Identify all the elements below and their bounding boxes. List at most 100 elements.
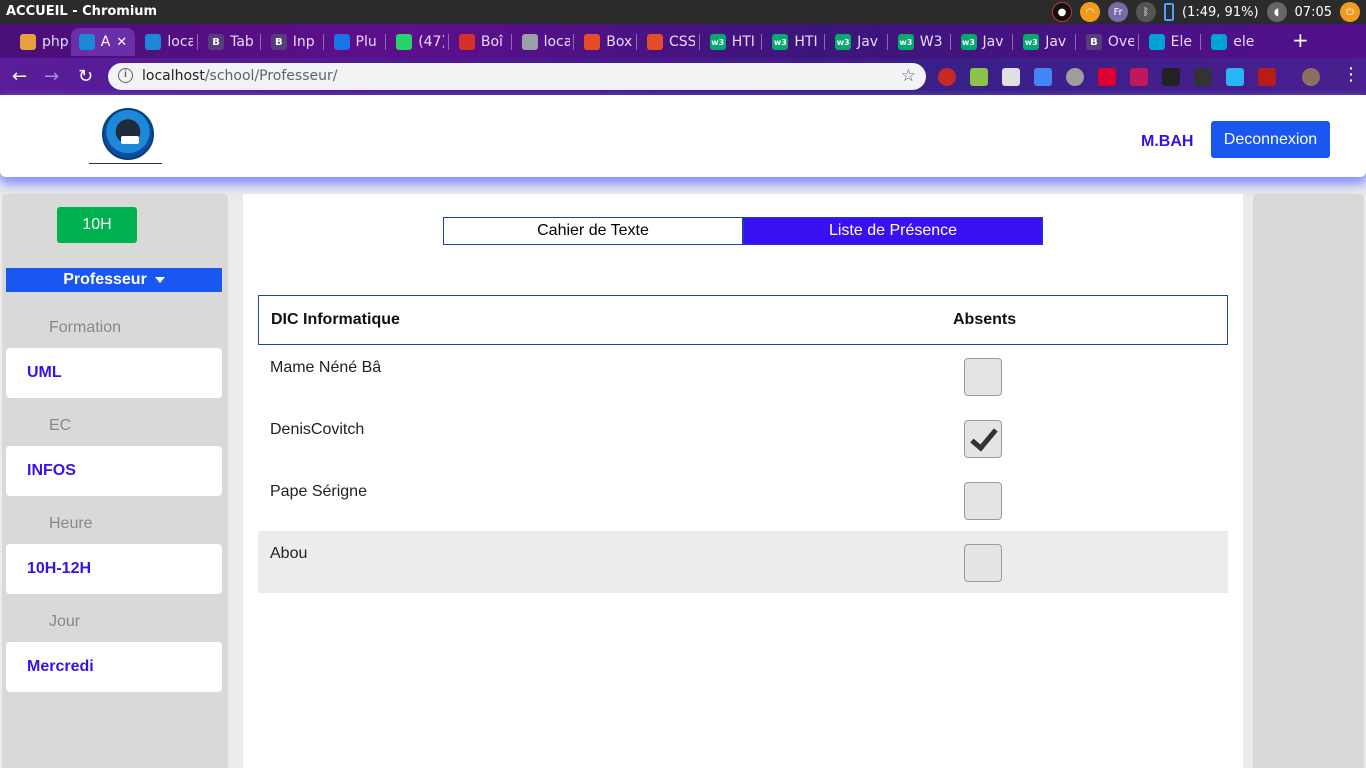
whatsapp-icon — [396, 34, 413, 50]
w3-icon: w3 — [897, 34, 914, 50]
forward-icon[interactable]: → — [44, 66, 59, 87]
absent-header: Absents — [953, 311, 1017, 328]
pdf-icon[interactable] — [1258, 68, 1276, 86]
bluetooth-icon[interactable]: ᛒ — [1136, 2, 1157, 22]
browser-tab[interactable]: Plu — [326, 28, 382, 56]
heure-card[interactable]: 10H-12H — [6, 544, 222, 594]
browser-tab[interactable]: w3 HTI — [702, 28, 758, 56]
student-name: Pape Sérigne — [270, 483, 367, 500]
url-text[interactable]: localhost/school/Professeur/ — [142, 68, 337, 84]
browser-tab-label: CSS — [669, 34, 695, 50]
browser-tab[interactable]: B Tab — [200, 28, 256, 56]
tab-separator — [197, 34, 199, 50]
browser-tab-label: Boî — [480, 34, 503, 50]
browser-tab[interactable]: php — [12, 28, 68, 56]
browser-tab[interactable]: Boî — [451, 28, 507, 56]
absent-checkbox[interactable] — [964, 544, 1002, 582]
ec-card[interactable]: INFOS — [6, 446, 222, 496]
logout-button[interactable]: Deconnexion — [1211, 121, 1330, 158]
browser-tab[interactable]: Ele — [1141, 28, 1197, 56]
browser-tab[interactable]: B Ove — [1078, 28, 1134, 56]
role-dropdown[interactable]: Professeur — [6, 268, 222, 292]
school-logo — [89, 108, 162, 164]
browser-tab-label: W3 — [919, 34, 943, 50]
browser-tab[interactable]: w3 W3 — [890, 28, 946, 56]
globe-icon — [521, 34, 538, 50]
ec-label: EC — [49, 417, 72, 434]
user-name: M.BAH — [1141, 133, 1194, 150]
browser-tab[interactable]: w3 Jav — [953, 28, 1009, 56]
language-indicator[interactable]: Fr — [1108, 2, 1129, 22]
youtube-icon[interactable] — [1162, 68, 1180, 86]
flag-icon — [333, 34, 350, 50]
bookmark-star-icon[interactable]: ☆ — [901, 66, 916, 86]
jour-label: Jour — [49, 613, 81, 630]
tab-separator — [259, 34, 261, 50]
extension-translate-icon[interactable] — [1034, 68, 1052, 86]
browser-tab[interactable]: w3 Jav — [1015, 28, 1071, 56]
student-name: Abou — [270, 545, 308, 562]
browser-tab-label: Inp — [292, 34, 315, 50]
bootstrap-icon: B — [1085, 34, 1102, 50]
new-tab-button[interactable]: + — [1292, 28, 1309, 52]
extension-react-icon[interactable] — [1194, 68, 1212, 86]
browser-tab[interactable]: w3 HTI — [764, 28, 820, 56]
back-icon[interactable]: ← — [12, 66, 27, 87]
formation-card[interactable]: UML — [6, 348, 222, 398]
tab-liste-de-presence[interactable]: Liste de Présence — [743, 217, 1043, 245]
time-button[interactable]: 10H — [57, 207, 137, 243]
extension-ball-icon[interactable] — [1066, 68, 1084, 86]
extension-screenshot-icon[interactable] — [1002, 68, 1020, 86]
left-sidebar: 10H Professeur Formation UML EC INFOS He… — [2, 194, 228, 768]
extension-block-icon[interactable] — [938, 68, 956, 86]
extension-lock-icon[interactable] — [1130, 68, 1148, 86]
battery-icon[interactable] — [1164, 3, 1175, 21]
browser-tab[interactable]: Box — [576, 28, 632, 56]
extension-plus-icon[interactable] — [1226, 68, 1244, 86]
angular-icon[interactable] — [1098, 68, 1116, 86]
close-tab-icon[interactable]: ✕ — [116, 35, 127, 50]
bootstrap-icon: B — [208, 34, 225, 50]
absent-checkbox[interactable] — [964, 358, 1002, 396]
page-content: M.BAH Deconnexion 10H Professeur Formati… — [0, 95, 1366, 768]
browser-tab[interactable]: B Inp — [263, 28, 319, 56]
browser-tab[interactable]: A ✕ — [70, 28, 135, 56]
browser-tab-label: ele — [1233, 34, 1255, 50]
extension-puzzle-icon[interactable] — [970, 68, 988, 86]
tab-separator — [886, 34, 888, 50]
browser-menu-icon[interactable]: ⋮ — [1342, 64, 1360, 85]
tab-separator — [573, 34, 575, 50]
clock[interactable]: 07:05 — [1295, 5, 1332, 20]
browser-tab[interactable]: (47) — [388, 28, 444, 56]
bootstrap-icon: B — [270, 34, 287, 50]
student-name: Mame Néné Bâ — [270, 359, 382, 376]
browser-tab[interactable]: CSS — [639, 28, 695, 56]
w3-icon: w3 — [709, 34, 726, 50]
browser-tab-label: HTI — [731, 34, 755, 50]
box-icon — [584, 34, 601, 50]
power-icon[interactable]: ⏻ — [1340, 2, 1360, 22]
browser-tab[interactable]: loca — [514, 28, 570, 56]
reload-icon[interactable]: ↻ — [78, 66, 93, 87]
heure-label: Heure — [49, 515, 93, 532]
address-bar[interactable]: i localhost/school/Professeur/ ☆ — [108, 63, 926, 90]
tab-separator — [761, 34, 763, 50]
element-icon — [1148, 34, 1165, 50]
volume-icon[interactable]: ◖ — [1266, 2, 1287, 22]
school-logo-icon — [102, 108, 154, 160]
absent-checkbox[interactable] — [964, 482, 1002, 520]
map-pin-icon[interactable]: ● — [1052, 2, 1073, 22]
jour-card[interactable]: Mercredi — [6, 642, 222, 692]
browser-tab[interactable]: w3 Jav — [827, 28, 883, 56]
absent-checkbox[interactable] — [964, 420, 1002, 458]
view-tabs: Cahier de Texte Liste de Présence — [443, 217, 1043, 245]
formation-label: Formation — [49, 319, 122, 336]
wifi-icon[interactable]: ◠ — [1080, 2, 1101, 22]
browser-tab-label: Plu — [355, 34, 377, 50]
site-info-icon[interactable]: i — [118, 68, 133, 83]
browser-tab[interactable]: ele — [1203, 28, 1259, 56]
browser-tab[interactable]: loca — [137, 28, 193, 56]
browser-tab-label: A — [100, 34, 111, 50]
profile-avatar-icon[interactable] — [1302, 68, 1320, 86]
tab-cahier-de-texte[interactable]: Cahier de Texte — [443, 217, 743, 245]
